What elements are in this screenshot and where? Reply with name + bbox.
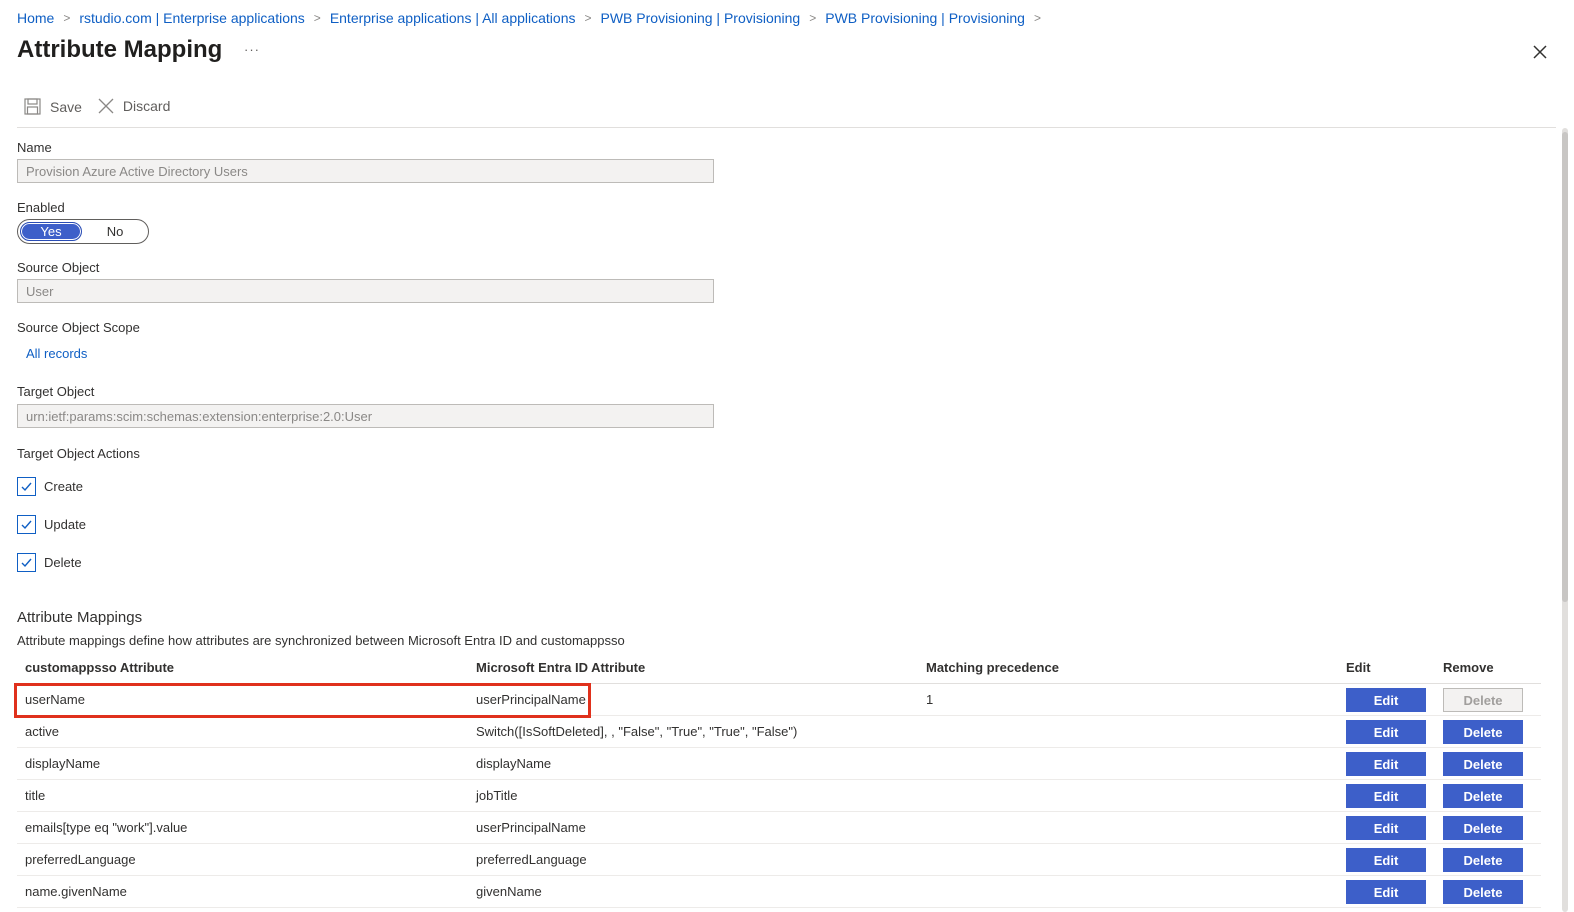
delete-button[interactable]: Delete (1443, 848, 1523, 872)
column-header-source[interactable]: Microsoft Entra ID Attribute (476, 660, 645, 675)
save-button[interactable]: Save (24, 98, 82, 115)
delete-button[interactable]: Delete (1443, 720, 1523, 744)
source-object-label: Source Object (17, 260, 100, 275)
discard-icon (98, 98, 114, 114)
edit-button[interactable]: Edit (1346, 752, 1426, 776)
breadcrumb-home[interactable]: Home (17, 10, 54, 26)
table-row: displayName displayName Edit Delete (17, 748, 1541, 780)
source-attribute-cell: userPrincipalName (476, 692, 586, 707)
target-attribute-cell: userName (25, 692, 85, 707)
column-header-remove: Remove (1443, 660, 1494, 675)
breadcrumb-provisioning-2[interactable]: PWB Provisioning | Provisioning (825, 10, 1025, 26)
action-delete: Delete (17, 553, 82, 572)
page-title: Attribute Mapping (17, 36, 223, 63)
column-header-target[interactable]: customappsso Attribute (25, 660, 174, 675)
table-row: active Switch([IsSoftDeleted], , "False",… (17, 716, 1541, 748)
delete-button[interactable]: Delete (1443, 880, 1523, 904)
all-records-link[interactable]: All records (26, 346, 87, 361)
edit-button[interactable]: Edit (1346, 880, 1426, 904)
table-row: preferredLanguage preferredLanguage Edit De… (17, 844, 1541, 876)
name-field[interactable] (17, 159, 714, 183)
target-object-field[interactable] (17, 404, 714, 428)
attribute-mappings-title: Attribute Mappings (17, 609, 143, 626)
save-label: Save (50, 98, 82, 115)
source-attribute-cell: Switch([IsSoftDeleted], , "False", "True… (476, 724, 798, 739)
table-row: title jobTitle Edit Delete (17, 780, 1541, 812)
table-row: name.givenName givenName Edit Delete (17, 876, 1541, 908)
edit-button[interactable]: Edit (1346, 784, 1426, 808)
edit-button[interactable]: Edit (1346, 688, 1426, 712)
update-label: Update (44, 517, 86, 532)
target-attribute-cell: preferredLanguage (25, 852, 136, 867)
delete-button[interactable]: Delete (1443, 784, 1523, 808)
edit-button[interactable]: Edit (1346, 816, 1426, 840)
enabled-toggle: Yes No (17, 219, 149, 244)
source-attribute-cell: jobTitle (476, 788, 518, 803)
enabled-no-option[interactable]: No (84, 222, 146, 241)
target-object-label: Target Object (17, 384, 95, 399)
name-label: Name (17, 140, 52, 155)
source-object-scope-label: Source Object Scope (17, 320, 140, 335)
enabled-label: Enabled (17, 200, 65, 215)
table-body: userName userPrincipalName 1 Edit Delete acti… (17, 684, 1541, 908)
checkmark-icon (21, 482, 32, 492)
discard-label: Discard (122, 98, 171, 114)
delete-checkbox[interactable] (17, 553, 36, 572)
source-attribute-cell: preferredLanguage (476, 852, 587, 867)
attribute-mappings-table: customappsso Attribute Microsoft Entra I… (17, 652, 1541, 908)
delete-button[interactable]: Delete (1443, 688, 1523, 712)
source-attribute-cell: givenName (476, 884, 542, 899)
checkmark-icon (21, 520, 32, 530)
chevron-right-icon: > (809, 11, 817, 25)
source-attribute-cell: userPrincipalName (476, 820, 586, 835)
target-attribute-cell: title (25, 788, 46, 803)
checkmark-icon (21, 558, 32, 568)
column-header-edit: Edit (1346, 660, 1371, 675)
delete-button[interactable]: Delete (1443, 816, 1523, 840)
scrollbar-thumb[interactable] (1562, 132, 1568, 602)
enabled-yes-option[interactable]: Yes (20, 222, 82, 241)
source-object-field[interactable] (17, 279, 714, 303)
target-object-actions-label: Target Object Actions (17, 446, 140, 461)
target-attribute-cell: emails[type eq "work"].value (25, 820, 188, 835)
table-row: userName userPrincipalName 1 Edit Delete (17, 684, 1541, 716)
create-label: Create (44, 479, 84, 494)
delete-label: Delete (44, 555, 82, 570)
create-checkbox[interactable] (17, 477, 36, 496)
breadcrumb: Home > rstudio.com | Enterprise applicati… (17, 10, 1050, 26)
close-icon[interactable] (1531, 43, 1549, 61)
chevron-right-icon: > (584, 11, 592, 25)
discard-button[interactable]: Discard (98, 98, 170, 114)
action-create: Create (17, 477, 83, 496)
column-header-precedence[interactable]: Matching precedence (926, 660, 1059, 675)
chevron-right-icon: > (313, 11, 321, 25)
table-row: emails[type eq "work"].value userPrincipa… (17, 812, 1541, 844)
target-attribute-cell: active (25, 724, 59, 739)
more-options-icon[interactable]: ··· (244, 42, 260, 57)
delete-button[interactable]: Delete (1443, 752, 1523, 776)
command-bar: Save Discard (17, 98, 1556, 128)
edit-button[interactable]: Edit (1346, 848, 1426, 872)
target-attribute-cell: displayName (25, 756, 101, 771)
edit-button[interactable]: Edit (1346, 720, 1426, 744)
source-attribute-cell: displayName (476, 756, 552, 771)
attribute-mappings-description: Attribute mappings define how attributes… (17, 633, 625, 648)
table-header: customappsso Attribute Microsoft Entra I… (17, 652, 1541, 684)
chevron-right-icon: > (63, 11, 71, 25)
vertical-scrollbar[interactable] (1562, 128, 1568, 912)
update-checkbox[interactable] (17, 515, 36, 534)
chevron-right-icon: > (1033, 11, 1041, 25)
breadcrumb-all-applications[interactable]: Enterprise applications | All applicatio… (330, 10, 576, 26)
matching-precedence-cell: 1 (926, 692, 934, 707)
action-update: Update (17, 515, 86, 534)
target-attribute-cell: name.givenName (25, 884, 127, 899)
save-icon (24, 98, 41, 115)
breadcrumb-provisioning-1[interactable]: PWB Provisioning | Provisioning (601, 10, 801, 26)
breadcrumb-enterprise-applications[interactable]: rstudio.com | Enterprise applications (79, 10, 304, 26)
